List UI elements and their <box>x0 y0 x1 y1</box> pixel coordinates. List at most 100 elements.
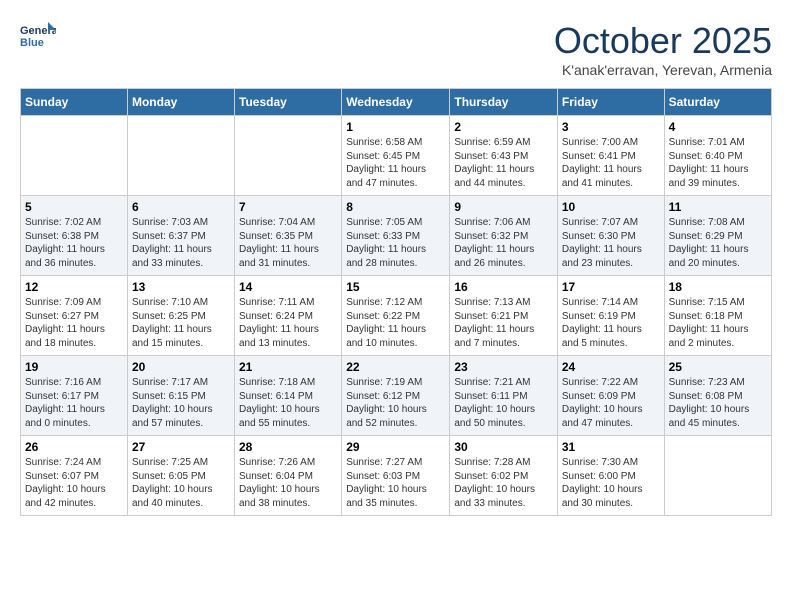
day-info: Sunrise: 7:01 AM Sunset: 6:40 PM Dayligh… <box>669 136 767 190</box>
day-info: Sunrise: 7:15 AM Sunset: 6:18 PM Dayligh… <box>669 296 767 350</box>
calendar-cell: 12 Sunrise: 7:09 AM Sunset: 6:27 PM Dayli… <box>21 276 128 356</box>
week-row-4: 19 Sunrise: 7:16 AM Sunset: 6:17 PM Dayli… <box>21 356 772 436</box>
calendar-cell: 20 Sunrise: 7:17 AM Sunset: 6:15 PM Dayli… <box>127 356 234 436</box>
day-number: 13 <box>132 280 230 294</box>
day-number: 11 <box>669 200 767 214</box>
day-number: 20 <box>132 360 230 374</box>
calendar-cell: 14 Sunrise: 7:11 AM Sunset: 6:24 PM Dayli… <box>235 276 342 356</box>
day-number: 15 <box>346 280 445 294</box>
calendar-cell: 1 Sunrise: 6:58 AM Sunset: 6:45 PM Daylig… <box>342 116 450 196</box>
day-number: 27 <box>132 440 230 454</box>
calendar-cell <box>127 116 234 196</box>
location-subtitle: K'anak'erravan, Yerevan, Armenia <box>554 62 772 78</box>
day-info: Sunrise: 7:14 AM Sunset: 6:19 PM Dayligh… <box>562 296 660 350</box>
day-info: Sunrise: 7:02 AM Sunset: 6:38 PM Dayligh… <box>25 216 123 270</box>
day-info: Sunrise: 7:19 AM Sunset: 6:12 PM Dayligh… <box>346 376 445 430</box>
day-number: 3 <box>562 120 660 134</box>
day-info: Sunrise: 7:11 AM Sunset: 6:24 PM Dayligh… <box>239 296 337 350</box>
calendar-cell: 9Sunrise: 7:06 AM Sunset: 6:32 PM Daylig… <box>450 196 558 276</box>
day-info: Sunrise: 7:09 AM Sunset: 6:27 PM Dayligh… <box>25 296 123 350</box>
day-header-saturday: Saturday <box>664 89 771 116</box>
calendar-cell: 13 Sunrise: 7:10 AM Sunset: 6:25 PM Dayli… <box>127 276 234 356</box>
day-info: Sunrise: 7:08 AM Sunset: 6:29 PM Dayligh… <box>669 216 767 270</box>
svg-text:Blue: Blue <box>20 37 44 49</box>
day-number: 29 <box>346 440 445 454</box>
day-number: 23 <box>454 360 553 374</box>
day-info: Sunrise: 7:10 AM Sunset: 6:25 PM Dayligh… <box>132 296 230 350</box>
day-number: 4 <box>669 120 767 134</box>
calendar-cell: 15 Sunrise: 7:12 AM Sunset: 6:22 PM Dayli… <box>342 276 450 356</box>
logo-icon: General Blue <box>20 20 56 50</box>
logo: General Blue <box>20 20 56 50</box>
calendar-cell <box>21 116 128 196</box>
day-info: Sunrise: 7:04 AM Sunset: 6:35 PM Dayligh… <box>239 216 337 270</box>
day-number: 31 <box>562 440 660 454</box>
calendar-cell <box>664 436 771 516</box>
page-header: General Blue October 2025 K'anak'erravan… <box>20 20 772 78</box>
calendar-cell: 26 Sunrise: 7:24 AM Sunset: 6:07 PM Dayli… <box>21 436 128 516</box>
week-row-2: 5 Sunrise: 7:02 AM Sunset: 6:38 PM Daylig… <box>21 196 772 276</box>
calendar-cell: 29 Sunrise: 7:27 AM Sunset: 6:03 PM Dayli… <box>342 436 450 516</box>
calendar-cell: 16 Sunrise: 7:13 AM Sunset: 6:21 PM Dayli… <box>450 276 558 356</box>
day-info: Sunrise: 7:03 AM Sunset: 6:37 PM Dayligh… <box>132 216 230 270</box>
day-number: 16 <box>454 280 553 294</box>
calendar-cell: 27 Sunrise: 7:25 AM Sunset: 6:05 PM Dayli… <box>127 436 234 516</box>
day-info: Sunrise: 7:26 AM Sunset: 6:04 PM Dayligh… <box>239 456 337 510</box>
day-info: Sunrise: 7:07 AM Sunset: 6:30 PM Dayligh… <box>562 216 660 270</box>
calendar-cell: 21 Sunrise: 7:18 AM Sunset: 6:14 PM Dayli… <box>235 356 342 436</box>
calendar-cell: 31 Sunrise: 7:30 AM Sunset: 6:00 PM Dayli… <box>557 436 664 516</box>
day-number: 2 <box>454 120 553 134</box>
day-info: Sunrise: 7:30 AM Sunset: 6:00 PM Dayligh… <box>562 456 660 510</box>
day-number: 18 <box>669 280 767 294</box>
calendar-cell: 10 Sunrise: 7:07 AM Sunset: 6:30 PM Dayli… <box>557 196 664 276</box>
day-info: Sunrise: 6:58 AM Sunset: 6:45 PM Dayligh… <box>346 136 445 190</box>
week-row-1: 1 Sunrise: 6:58 AM Sunset: 6:45 PM Daylig… <box>21 116 772 196</box>
day-number: 24 <box>562 360 660 374</box>
week-row-3: 12 Sunrise: 7:09 AM Sunset: 6:27 PM Dayli… <box>21 276 772 356</box>
day-info: Sunrise: 7:18 AM Sunset: 6:14 PM Dayligh… <box>239 376 337 430</box>
calendar-cell: 4 Sunrise: 7:01 AM Sunset: 6:40 PM Daylig… <box>664 116 771 196</box>
day-number: 8 <box>346 200 445 214</box>
week-row-5: 26 Sunrise: 7:24 AM Sunset: 6:07 PM Dayli… <box>21 436 772 516</box>
day-info: Sunrise: 7:23 AM Sunset: 6:08 PM Dayligh… <box>669 376 767 430</box>
calendar-table: SundayMondayTuesdayWednesdayThursdayFrid… <box>20 88 772 516</box>
calendar-cell: 28Sunrise: 7:26 AM Sunset: 6:04 PM Dayli… <box>235 436 342 516</box>
calendar-cell: 25 Sunrise: 7:23 AM Sunset: 6:08 PM Dayli… <box>664 356 771 436</box>
day-number: 6 <box>132 200 230 214</box>
day-info: Sunrise: 7:12 AM Sunset: 6:22 PM Dayligh… <box>346 296 445 350</box>
day-number: 19 <box>25 360 123 374</box>
day-number: 10 <box>562 200 660 214</box>
day-number: 17 <box>562 280 660 294</box>
day-info: Sunrise: 7:24 AM Sunset: 6:07 PM Dayligh… <box>25 456 123 510</box>
day-header-friday: Friday <box>557 89 664 116</box>
calendar-cell: 19 Sunrise: 7:16 AM Sunset: 6:17 PM Dayli… <box>21 356 128 436</box>
day-number: 22 <box>346 360 445 374</box>
calendar-cell: 23Sunrise: 7:21 AM Sunset: 6:11 PM Dayli… <box>450 356 558 436</box>
day-info: Sunrise: 7:06 AM Sunset: 6:32 PM Dayligh… <box>454 216 553 270</box>
day-number: 5 <box>25 200 123 214</box>
calendar-cell: 11 Sunrise: 7:08 AM Sunset: 6:29 PM Dayli… <box>664 196 771 276</box>
day-number: 26 <box>25 440 123 454</box>
day-number: 14 <box>239 280 337 294</box>
day-info: Sunrise: 7:28 AM Sunset: 6:02 PM Dayligh… <box>454 456 553 510</box>
day-info: Sunrise: 7:05 AM Sunset: 6:33 PM Dayligh… <box>346 216 445 270</box>
calendar-cell: 18 Sunrise: 7:15 AM Sunset: 6:18 PM Dayli… <box>664 276 771 356</box>
day-info: Sunrise: 7:13 AM Sunset: 6:21 PM Dayligh… <box>454 296 553 350</box>
day-info: Sunrise: 7:00 AM Sunset: 6:41 PM Dayligh… <box>562 136 660 190</box>
day-header-thursday: Thursday <box>450 89 558 116</box>
day-number: 30 <box>454 440 553 454</box>
day-info: Sunrise: 7:25 AM Sunset: 6:05 PM Dayligh… <box>132 456 230 510</box>
day-header-sunday: Sunday <box>21 89 128 116</box>
days-header-row: SundayMondayTuesdayWednesdayThursdayFrid… <box>21 89 772 116</box>
day-number: 12 <box>25 280 123 294</box>
day-header-monday: Monday <box>127 89 234 116</box>
calendar-cell: 2Sunrise: 6:59 AM Sunset: 6:43 PM Daylig… <box>450 116 558 196</box>
calendar-cell: 5 Sunrise: 7:02 AM Sunset: 6:38 PM Daylig… <box>21 196 128 276</box>
calendar-cell: 3 Sunrise: 7:00 AM Sunset: 6:41 PM Daylig… <box>557 116 664 196</box>
day-info: Sunrise: 7:16 AM Sunset: 6:17 PM Dayligh… <box>25 376 123 430</box>
day-info: Sunrise: 7:27 AM Sunset: 6:03 PM Dayligh… <box>346 456 445 510</box>
day-number: 1 <box>346 120 445 134</box>
day-info: Sunrise: 7:17 AM Sunset: 6:15 PM Dayligh… <box>132 376 230 430</box>
day-number: 25 <box>669 360 767 374</box>
day-number: 21 <box>239 360 337 374</box>
